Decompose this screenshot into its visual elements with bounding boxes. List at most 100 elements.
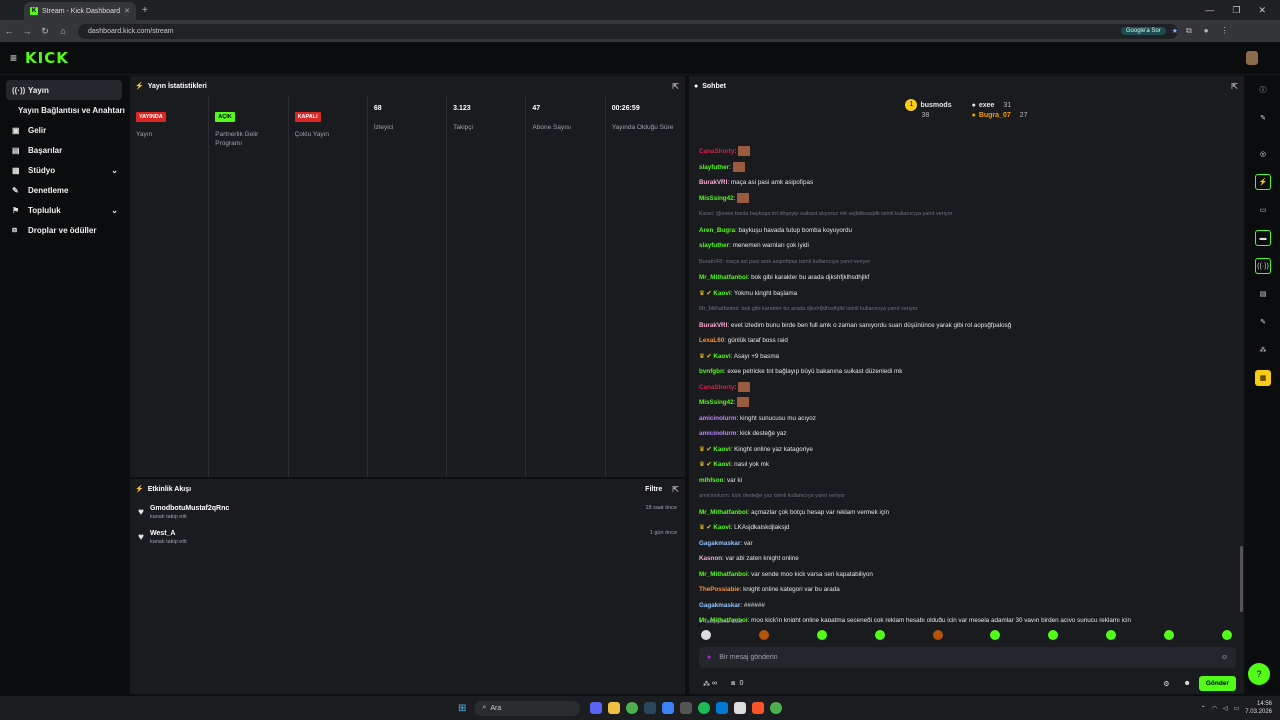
chat-username[interactable]: CanaShorty xyxy=(699,148,734,155)
close-tab-icon[interactable]: ✕ xyxy=(124,7,130,15)
wrench-icon[interactable]: ✎ xyxy=(1255,314,1271,330)
chat-username[interactable]: slayfuther xyxy=(699,164,729,171)
chat-username[interactable]: slayfuther xyxy=(699,242,729,249)
battery-icon[interactable]: ▭ xyxy=(1234,705,1240,712)
chat-username[interactable]: LexaL60 xyxy=(699,337,724,344)
back-icon[interactable]: ← xyxy=(0,26,18,36)
sidebar-item-studio[interactable]: ▦ Stüdyo ⌄ xyxy=(6,160,122,180)
clapper-icon[interactable]: ▦ xyxy=(1255,370,1271,386)
address-bar[interactable]: dashboard.kick.com/stream Google'a Sor ★ xyxy=(78,23,1178,39)
vscode-icon[interactable] xyxy=(716,702,729,714)
help-chat-button[interactable]: ? xyxy=(1248,663,1270,685)
discord-icon[interactable] xyxy=(590,702,603,714)
chat-scrollbar[interactable] xyxy=(1240,546,1243,612)
windows-start-icon[interactable]: ⊞ xyxy=(458,703,466,714)
app-icon[interactable] xyxy=(662,702,675,714)
browser-tab[interactable]: K Stream - Kick Dashboard ✕ xyxy=(24,2,136,20)
chevron-up-icon[interactable]: ⌃ xyxy=(1201,705,1206,712)
camera-icon[interactable]: ◎ xyxy=(1255,146,1271,162)
menu-dots-icon[interactable]: ⋮ xyxy=(1221,26,1229,36)
emote-icon[interactable]: ☻ xyxy=(1184,680,1191,687)
popout-icon[interactable]: ⇱ xyxy=(672,82,679,91)
reload-icon[interactable]: ↻ xyxy=(36,26,54,37)
follower-avatar[interactable] xyxy=(1048,630,1059,640)
chat-input[interactable]: ● Bir mesaj gönderin ☺ xyxy=(699,647,1236,668)
sidebar-item-stream[interactable]: ((·)) Yayın xyxy=(6,80,122,100)
gear-icon[interactable]: ⚙ xyxy=(1163,680,1169,688)
follower-name[interactable]: GmodbotuMustaf2qRnc xyxy=(150,505,229,512)
forward-icon[interactable]: → xyxy=(18,26,36,36)
sidebar-item-drops[interactable]: ⧈ Droplar ve ödüller xyxy=(6,220,122,240)
app-icon[interactable] xyxy=(734,702,747,714)
taskbar-search[interactable]: ⌕ Ara xyxy=(474,700,581,716)
extensions-icon[interactable]: ⧉ xyxy=(1186,26,1192,36)
chat-username[interactable]: Mr_Mithatfanboi xyxy=(699,509,748,516)
document-icon[interactable]: ▭ xyxy=(1255,202,1271,218)
popout-icon[interactable]: ⇱ xyxy=(1231,82,1238,91)
popout-icon[interactable]: ⇱ xyxy=(672,485,679,494)
sidebar-item-community[interactable]: ⚑ Topluluk ⌄ xyxy=(6,200,122,220)
chat-username[interactable]: Kaovi xyxy=(713,290,730,297)
profile-icon[interactable]: ● xyxy=(1204,26,1209,36)
home-icon[interactable]: ⌂ xyxy=(54,26,72,36)
chat-username[interactable]: Aren_Bugra xyxy=(699,227,735,234)
volume-icon[interactable]: ◁ xyxy=(1223,705,1228,712)
follower-avatar[interactable] xyxy=(1221,630,1232,640)
follower-name[interactable]: West_A xyxy=(150,530,187,537)
chat-username[interactable]: MisSsing42 xyxy=(699,195,734,202)
mic-icon[interactable]: ● xyxy=(707,654,711,661)
avatar[interactable] xyxy=(1246,51,1258,65)
follower-avatar[interactable] xyxy=(1164,630,1174,640)
follower-avatar[interactable] xyxy=(758,630,769,640)
chat-icon[interactable]: ▬ xyxy=(1255,230,1271,246)
chat-username[interactable]: ThePossiabie xyxy=(699,586,740,593)
file-explorer-icon[interactable] xyxy=(608,702,621,714)
chat-username[interactable]: Mr_Mithatfanboi xyxy=(699,571,748,578)
chat-username[interactable]: Kaovi xyxy=(713,353,730,360)
follower-avatar[interactable] xyxy=(816,630,827,640)
hamburger-menu-icon[interactable]: ≡ xyxy=(10,51,17,65)
steam-icon[interactable] xyxy=(644,702,657,714)
bookmark-star-icon[interactable]: ★ xyxy=(1172,27,1178,35)
gift-icon[interactable]: ⧈ xyxy=(731,680,735,688)
sidebar-item-moderation[interactable]: ✎ Denetleme xyxy=(6,180,122,200)
follower-avatar[interactable] xyxy=(701,630,711,640)
chat-username[interactable]: BurakVRI xyxy=(699,322,727,329)
edit-icon[interactable]: ✎ xyxy=(1255,110,1271,126)
sidebar-item-revenue[interactable]: ▣ Gelir xyxy=(6,120,122,140)
brave-icon[interactable] xyxy=(752,702,765,714)
kick-logo[interactable]: KICK xyxy=(25,49,69,67)
close-window-icon[interactable]: ✕ xyxy=(1258,5,1266,16)
follower-avatar[interactable] xyxy=(990,630,1001,640)
follower-avatar[interactable] xyxy=(932,630,943,640)
follower-avatar[interactable] xyxy=(1106,630,1117,640)
broadcast-icon[interactable]: ((·)) xyxy=(1255,258,1271,274)
minimize-icon[interactable]: — xyxy=(1205,5,1214,16)
emoji-icon[interactable]: ☺ xyxy=(1221,654,1228,661)
gifter-name[interactable]: busmods xyxy=(920,102,951,109)
wifi-icon[interactable]: ◠ xyxy=(1212,705,1217,712)
sidebar-item-achievements[interactable]: ▤ Başarılar xyxy=(6,140,122,160)
maximize-icon[interactable]: ❐ xyxy=(1232,5,1240,16)
chat-username[interactable]: Kaovi xyxy=(713,524,730,531)
chat-username[interactable]: amicinolurm xyxy=(699,430,736,437)
lightning-icon[interactable]: ⚡ xyxy=(1255,174,1271,190)
chat-username[interactable]: MisSsing42 xyxy=(699,399,734,406)
taskbar-clock[interactable]: 14:56 7.03.2026 xyxy=(1245,700,1272,716)
chat-username[interactable]: amicinolurm xyxy=(699,415,736,422)
stream-settings-icon[interactable]: ▤ xyxy=(1255,286,1271,302)
new-tab-icon[interactable]: + xyxy=(142,5,148,16)
info-icon[interactable]: ⓘ xyxy=(1255,82,1271,98)
chrome-icon[interactable] xyxy=(770,702,783,714)
chrome-icon[interactable] xyxy=(626,702,639,714)
chat-username[interactable]: Kasnon xyxy=(699,555,722,562)
chat-username[interactable]: BurakVRI xyxy=(699,179,727,186)
chat-username[interactable]: bvnfgbn xyxy=(699,368,724,375)
spotify-icon[interactable] xyxy=(698,702,711,714)
chat-username[interactable]: Gagakmaskar xyxy=(699,540,740,547)
app-icon[interactable] xyxy=(680,702,693,714)
nodes-icon[interactable]: ⁂ xyxy=(1255,342,1271,358)
chat-username[interactable]: mlhfson xyxy=(699,477,724,484)
chat-username[interactable]: Gagakmaskar xyxy=(699,602,740,609)
chat-username[interactable]: CanaShorty xyxy=(699,384,734,391)
